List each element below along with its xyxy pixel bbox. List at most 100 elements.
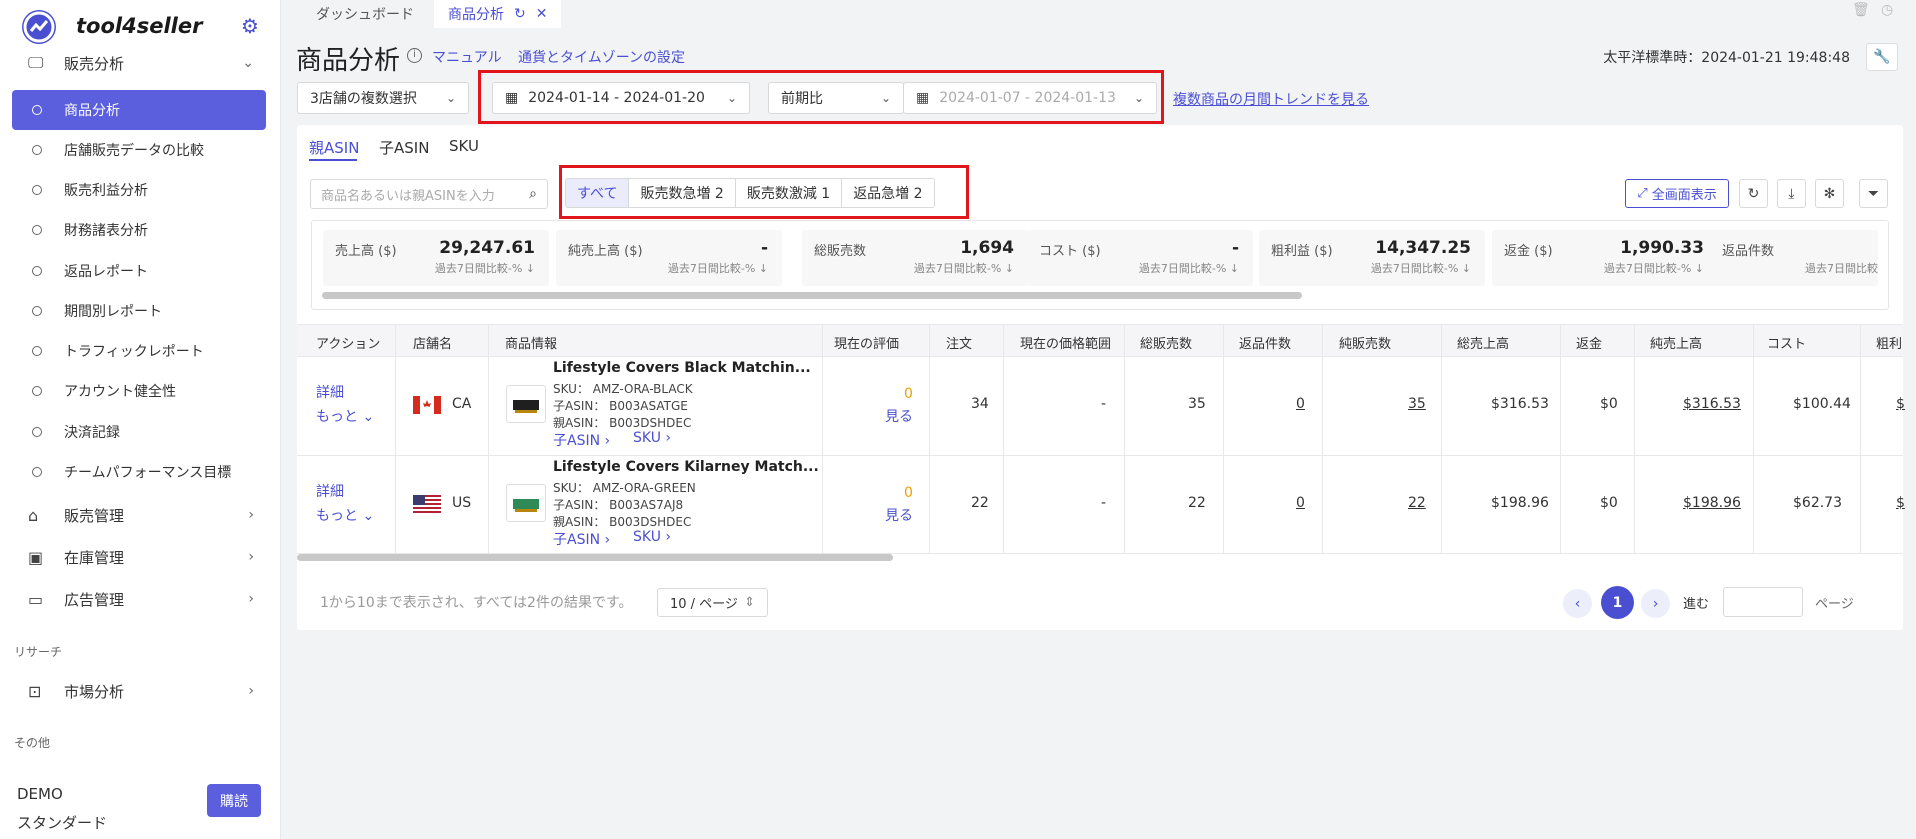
sidebar-item-payments[interactable]: 決済記録: [12, 412, 266, 452]
column-header[interactable]: 粗利: [1876, 333, 1902, 352]
sidebar-item-store-compare[interactable]: 店舗販売データの比較: [12, 130, 266, 170]
detail-link[interactable]: 詳細: [316, 382, 344, 402]
sidebar-item-returns-report[interactable]: 返品レポート: [12, 251, 266, 291]
page-size-select[interactable]: 10 / ページ ⇕: [657, 588, 768, 617]
view-link[interactable]: 見る: [885, 505, 913, 525]
returns-link[interactable]: 0: [1296, 495, 1305, 511]
sidebar-item-label: アカウント健全性: [64, 384, 176, 400]
net-sales-link[interactable]: $316.53: [1683, 396, 1741, 412]
filter-sales-drop[interactable]: 販売数激減 1: [735, 179, 843, 207]
settings-button[interactable]: ✻: [1815, 179, 1844, 208]
bullet-icon: [32, 427, 42, 437]
search-icon[interactable]: ⌕: [529, 186, 537, 202]
manual-link[interactable]: マニュアル: [432, 47, 502, 67]
refresh-icon[interactable]: ↻: [514, 6, 526, 22]
product-title[interactable]: Lifestyle Covers Kilarney Match...: [553, 459, 819, 475]
child-asin-link[interactable]: 子ASIN ›: [553, 529, 610, 549]
column-header[interactable]: 現在の評価: [834, 333, 899, 352]
metric-label: 粗利益 ($): [1271, 244, 1333, 259]
sidebar-item-product-analysis[interactable]: 商品分析: [12, 90, 266, 130]
sidebar-group-ads-mgmt[interactable]: ▭ 広告管理 ›: [12, 579, 266, 619]
sidebar-group-sales-mgmt[interactable]: ⌂ 販売管理 ›: [12, 495, 266, 535]
sidebar-item-period-report[interactable]: 期間別レポート: [12, 291, 266, 331]
tab-sku[interactable]: SKU: [449, 137, 479, 155]
sidebar-item-traffic-report[interactable]: トラフィックレポート: [12, 331, 266, 371]
close-icon[interactable]: ✕: [536, 6, 548, 22]
refresh-button[interactable]: ↻: [1739, 179, 1768, 208]
sidebar-group-market-analysis[interactable]: ⊡ 市場分析 ›: [12, 671, 266, 711]
more-dropdown[interactable]: もっと ⌄: [316, 505, 374, 525]
filter-button[interactable]: ⏷: [1859, 179, 1888, 208]
table-scrollbar[interactable]: [297, 554, 893, 561]
trash-icon[interactable]: 🗑: [1852, 2, 1870, 18]
product-title[interactable]: Lifestyle Covers Black Matchin...: [553, 360, 811, 376]
column-header[interactable]: 返品件数: [1239, 333, 1291, 352]
child-asin-link[interactable]: 子ASIN ›: [553, 430, 610, 450]
view-link[interactable]: 見る: [885, 406, 913, 426]
column-header[interactable]: 純売上高: [1650, 333, 1702, 352]
store-select[interactable]: 3店舗の複数選択 ⌄: [297, 82, 469, 114]
date-range-value: 2024-01-14 - 2024-01-20: [528, 90, 705, 106]
currency-timezone-link[interactable]: 通貨とタイムゾーンの設定: [518, 47, 685, 67]
net-units-link[interactable]: 22: [1408, 495, 1426, 511]
column-header[interactable]: 総売上高: [1457, 333, 1509, 352]
gear-icon[interactable]: ⚙: [241, 15, 263, 37]
returns-link[interactable]: 0: [1296, 396, 1305, 412]
chart-icon: 🖵: [28, 53, 44, 72]
sku-link[interactable]: SKU ›: [633, 430, 671, 446]
wrench-icon[interactable]: 🔧: [1866, 43, 1898, 71]
tab-parent-asin[interactable]: 親ASIN: [309, 137, 359, 158]
tab-dashboard[interactable]: ダッシュボード: [302, 0, 428, 28]
sidebar-item-account-health[interactable]: アカウント健全性: [12, 371, 266, 411]
sidebar-group-label: 販売管理: [64, 506, 125, 525]
page-number[interactable]: 1: [1601, 586, 1634, 619]
more-dropdown[interactable]: もっと ⌄: [316, 406, 374, 426]
search-input[interactable]: 商品名あるいは親ASINを入力 ⌕: [310, 179, 548, 209]
detail-link[interactable]: 詳細: [316, 481, 344, 501]
page-size-value: 10 / ページ: [670, 597, 738, 612]
info-icon[interactable]: i: [407, 48, 422, 63]
sidebar-group-inventory-mgmt[interactable]: ▣ 在庫管理 ›: [12, 537, 266, 577]
clock-icon[interactable]: ◷: [1881, 2, 1893, 18]
filter-returns-surge[interactable]: 返品急増 2: [842, 179, 934, 207]
chevron-down-icon: ⌄: [1133, 91, 1144, 105]
chevron-right-icon: ›: [248, 683, 254, 699]
filter-sales-surge[interactable]: 販売数急増 2: [629, 179, 736, 207]
sku-link[interactable]: SKU ›: [633, 529, 671, 545]
metrics-scrollbar[interactable]: [322, 292, 1302, 299]
download-button[interactable]: ⤓: [1777, 179, 1806, 208]
metric-label: 売上高 ($): [335, 244, 397, 259]
column-header[interactable]: 返金: [1576, 333, 1602, 352]
gross-profit-value[interactable]: $: [1896, 495, 1905, 511]
filter-all[interactable]: すべて: [566, 179, 630, 207]
product-image[interactable]: [506, 484, 546, 522]
compare-select[interactable]: 前期比 ⌄: [768, 82, 904, 114]
monthly-trend-link[interactable]: 複数商品の月間トレンドを見る: [1173, 89, 1369, 109]
column-header[interactable]: 注文: [946, 333, 972, 352]
tab-child-asin[interactable]: 子ASIN: [379, 137, 429, 158]
sidebar-item-team-goals[interactable]: チームパフォーマンス目標: [12, 452, 266, 492]
column-header[interactable]: コスト: [1767, 333, 1806, 352]
calendar-icon: ▦: [916, 90, 930, 106]
net-units-link[interactable]: 35: [1408, 396, 1426, 412]
column-header[interactable]: 総販売数: [1140, 333, 1192, 352]
gross-profit-value[interactable]: $: [1896, 396, 1905, 412]
next-page-button[interactable]: ›: [1641, 589, 1670, 618]
fullscreen-button[interactable]: ⤢ 全画面表示: [1625, 179, 1729, 208]
sidebar-item-financial-statements[interactable]: 財務諸表分析: [12, 210, 266, 250]
sidebar-item-profit-analysis[interactable]: 販売利益分析: [12, 170, 266, 210]
compare-range-picker[interactable]: ▦ 2024-01-07 - 2024-01-13 ⌄: [903, 82, 1157, 114]
metric-label: 返品件数: [1722, 244, 1775, 259]
column-header: 現在の価格範囲: [1020, 337, 1112, 352]
subscribe-button[interactable]: 購読: [207, 784, 261, 817]
date-range-picker[interactable]: ▦ 2024-01-14 - 2024-01-20 ⌄: [492, 82, 750, 114]
product-image[interactable]: [506, 385, 546, 423]
tab-product-analysis[interactable]: 商品分析 ↻ ✕: [434, 0, 562, 28]
goto-page-input[interactable]: [1723, 587, 1803, 617]
column-header[interactable]: 純販売数: [1339, 333, 1391, 352]
bullet-icon: [32, 266, 42, 276]
rating-value: 0: [904, 386, 913, 402]
sidebar-group-sales-analysis[interactable]: 🖵 販売分析 ⌄: [12, 43, 266, 83]
net-sales-link[interactable]: $198.96: [1683, 495, 1741, 511]
prev-page-button[interactable]: ‹: [1563, 589, 1592, 618]
